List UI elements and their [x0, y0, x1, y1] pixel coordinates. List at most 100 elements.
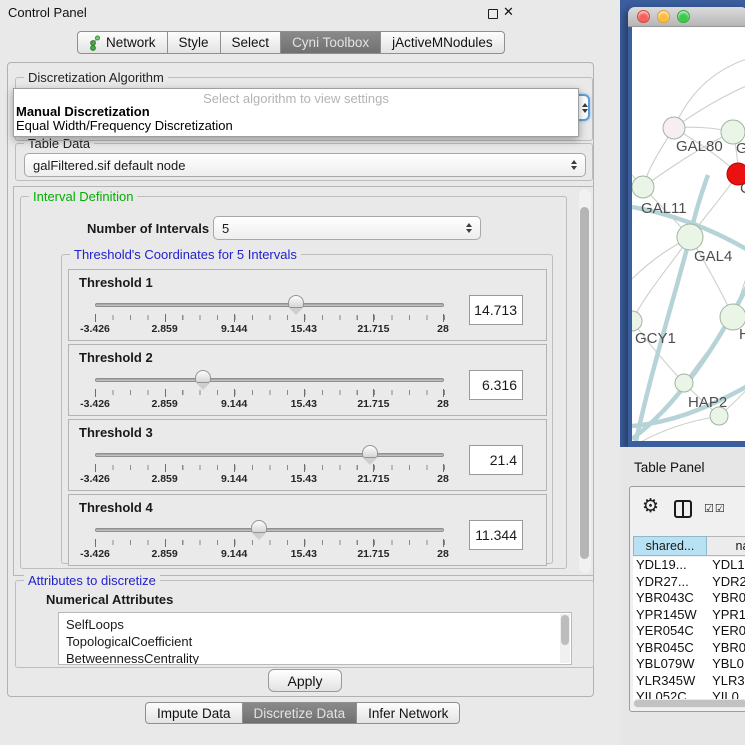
- scrollbar-thumb[interactable]: [580, 207, 589, 559]
- tab-style[interactable]: Style: [167, 31, 221, 54]
- table-panel-title: Table Panel: [634, 460, 705, 475]
- tick-label: -3.426: [80, 323, 110, 335]
- float-window-icon[interactable]: [488, 9, 498, 19]
- gear-icon[interactable]: ⚙: [642, 495, 659, 518]
- tab-label: Impute Data: [157, 706, 231, 721]
- table-cell[interactable]: YBR045C: [633, 640, 705, 657]
- select-columns-icon[interactable]: ☑☑: [704, 502, 726, 515]
- major-tick: [443, 539, 444, 547]
- minimize-traffic-light[interactable]: [657, 10, 670, 23]
- table-cell[interactable]: YPR145W: [633, 607, 705, 624]
- threshold-3-value[interactable]: 21.4: [469, 445, 523, 475]
- major-tick: [304, 464, 305, 472]
- table-row[interactable]: YBR045CYBR0: [633, 640, 745, 657]
- network-edge[interactable]: [632, 237, 690, 321]
- network-node[interactable]: [710, 407, 728, 425]
- apply-button[interactable]: Apply: [268, 669, 342, 692]
- major-tick: [165, 389, 166, 397]
- threshold-3-slider[interactable]: -3.4262.8599.14415.4321.71528: [69, 420, 459, 492]
- tick-label: 9.144: [221, 323, 247, 335]
- list-item-betweennesscentrality[interactable]: BetweennessCentrality: [59, 650, 571, 665]
- slider-track[interactable]: [95, 378, 444, 382]
- network-node[interactable]: [663, 117, 685, 139]
- network-edge[interactable]: [674, 57, 745, 128]
- table-cell[interactable]: YLR345W: [633, 673, 705, 690]
- table-cell[interactable]: YPR1: [705, 607, 745, 624]
- horizontal-scrollbar[interactable]: [633, 699, 745, 708]
- table-row[interactable]: YDL19...YDL1: [633, 557, 745, 574]
- table-cell[interactable]: YBR0: [705, 590, 745, 607]
- slider-thumb[interactable]: [251, 520, 267, 533]
- table-row[interactable]: YBR043CYBR0: [633, 590, 745, 607]
- tab-jactivemnodules[interactable]: jActiveMNodules: [380, 31, 505, 54]
- threshold-4-slider[interactable]: -3.4262.8599.14415.4321.71528: [69, 495, 459, 567]
- table-cell[interactable]: YDL19...: [633, 557, 705, 574]
- num-intervals-combo[interactable]: 5: [213, 216, 481, 240]
- threshold-4-value[interactable]: 11.344: [469, 520, 523, 550]
- table-data-combo[interactable]: galFiltered.sif default node: [24, 153, 586, 177]
- tab-select[interactable]: Select: [220, 31, 282, 54]
- tab-infer-network[interactable]: Infer Network: [356, 702, 460, 724]
- slider-track[interactable]: [95, 528, 444, 532]
- slider-thumb[interactable]: [195, 370, 211, 383]
- dropdown-option-equal-width-frequency[interactable]: Equal Width/Frequency Discretization: [14, 119, 578, 133]
- table-row[interactable]: YER054CYER0: [633, 623, 745, 640]
- scrollbar-thumb[interactable]: [561, 615, 569, 645]
- table-cell[interactable]: YDR27...: [633, 574, 705, 591]
- tick-label: 9.144: [221, 398, 247, 410]
- major-tick: [95, 389, 96, 397]
- slider-thumb[interactable]: [288, 295, 304, 308]
- table-row[interactable]: YLR345WYLR3: [633, 673, 745, 690]
- network-canvas[interactable]: GAL80GACGAL11GAL4GCY1HHAP2: [632, 27, 745, 441]
- desktop-background: GAL80GACGAL11GAL4GCY1HHAP2: [620, 0, 745, 447]
- table-row[interactable]: YPR145WYPR1: [633, 607, 745, 624]
- tab-discretize-data[interactable]: Discretize Data: [242, 702, 358, 724]
- node-label: GAL11: [641, 200, 687, 217]
- app-root: Control Panel ✕ Network Style: [0, 0, 745, 745]
- table-row[interactable]: YDR27...YDR2: [633, 574, 745, 591]
- close-icon[interactable]: ✕: [503, 4, 514, 20]
- list-scrollbar[interactable]: [560, 614, 570, 663]
- network-node[interactable]: [632, 311, 642, 331]
- column-header-name[interactable]: na: [707, 536, 745, 556]
- tab-impute-data[interactable]: Impute Data: [145, 702, 243, 724]
- major-tick: [443, 464, 444, 472]
- node-label: GA: [736, 140, 745, 157]
- tab-network[interactable]: Network: [77, 31, 168, 54]
- threshold-3-panel: Threshold 3 -3.4262.8599.14415.4321.7152…: [68, 419, 547, 491]
- table-cell[interactable]: YER054C: [633, 623, 705, 640]
- table-cell[interactable]: YDR2: [705, 574, 745, 591]
- table-cell[interactable]: YLR3: [705, 673, 745, 690]
- network-node[interactable]: [675, 374, 693, 392]
- zoom-traffic-light[interactable]: [677, 10, 690, 23]
- table-cell[interactable]: YER0: [705, 623, 745, 640]
- threshold-2-slider[interactable]: -3.4262.8599.14415.4321.71528: [69, 345, 459, 417]
- threshold-2-value[interactable]: 6.316: [469, 370, 523, 400]
- window-titlebar[interactable]: [628, 7, 745, 27]
- scrollbar-thumb[interactable]: [634, 700, 745, 707]
- threshold-1-slider[interactable]: -3.4262.8599.14415.4321.71528: [69, 270, 459, 342]
- table-row[interactable]: YBL079WYBL0: [633, 656, 745, 673]
- threshold-coordinates-group: Threshold's Coordinates for 5 Intervals …: [61, 254, 553, 564]
- network-node[interactable]: [677, 224, 703, 250]
- table-cell[interactable]: YBR043C: [633, 590, 705, 607]
- close-traffic-light[interactable]: [637, 10, 650, 23]
- network-node[interactable]: [632, 176, 654, 198]
- node-label: H: [739, 326, 745, 343]
- list-item-topologicalcoefficient[interactable]: TopologicalCoefficient: [59, 633, 571, 650]
- tab-label: Discretize Data: [254, 706, 346, 721]
- slider-track[interactable]: [95, 303, 444, 307]
- vertical-scrollbar[interactable]: [579, 189, 591, 573]
- columns-icon[interactable]: [674, 500, 692, 518]
- dropdown-option-manual-discretization[interactable]: Manual Discretization: [14, 105, 578, 119]
- table-cell[interactable]: YBL079W: [633, 656, 705, 673]
- slider-track[interactable]: [95, 453, 444, 457]
- table-cell[interactable]: YBL0: [705, 656, 745, 673]
- threshold-1-value[interactable]: 14.713: [469, 295, 523, 325]
- column-header-shared-name[interactable]: shared...: [633, 536, 707, 556]
- table-cell[interactable]: YDL1: [705, 557, 745, 574]
- table-cell[interactable]: YBR0: [705, 640, 745, 657]
- list-item-selfloops[interactable]: SelfLoops: [59, 616, 571, 633]
- slider-thumb[interactable]: [362, 445, 378, 458]
- tab-cyni-toolbox[interactable]: Cyni Toolbox: [280, 31, 381, 54]
